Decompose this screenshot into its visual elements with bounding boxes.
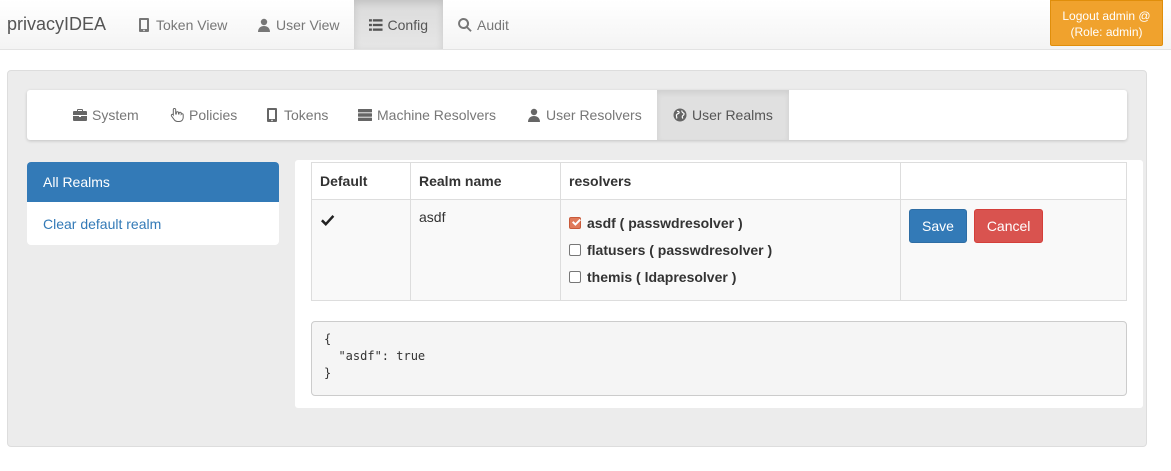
cancel-button[interactable]: Cancel <box>973 209 1044 243</box>
resolver-checkbox-flatusers[interactable] <box>569 243 581 256</box>
json-line-open: { <box>324 332 332 346</box>
globe-icon <box>673 108 687 122</box>
tab-tokens-label: Tokens <box>284 107 329 123</box>
clear-default-realm-link[interactable]: Clear default realm <box>27 204 279 244</box>
resolver-checkbox-asdf[interactable] <box>569 216 581 229</box>
realm-name-cell: asdf <box>410 199 561 301</box>
nav-token-view-label: Token View <box>156 16 228 33</box>
hand-pointer-icon <box>170 108 184 122</box>
nav-audit[interactable]: Audit <box>443 0 524 49</box>
phone-icon <box>139 17 149 32</box>
briefcase-icon <box>73 109 87 121</box>
header-actions <box>900 162 1127 200</box>
user-icon <box>258 18 270 32</box>
nav-config[interactable]: Config <box>354 0 443 49</box>
tab-system-label: System <box>92 107 139 123</box>
brand-logo[interactable]: privacyIDEA <box>7 14 106 35</box>
resolver-option-flatusers[interactable]: flatusers ( passwdresolver ) <box>569 236 892 263</box>
header-default: Default <box>311 162 411 200</box>
nav-token-view[interactable]: Token View <box>122 0 242 49</box>
logout-label: Logout admin @ <box>1062 9 1151 23</box>
resolvers-cell: asdf ( passwdresolver ) flatusers ( pass… <box>560 199 901 301</box>
resolver-label-themis: themis ( ldapresolver ) <box>587 268 737 285</box>
tab-tokens[interactable]: Tokens <box>265 90 328 140</box>
nav-user-view[interactable]: User View <box>242 0 355 49</box>
phone-icon <box>267 108 277 122</box>
top-navbar: privacyIDEA Token View User View Config … <box>0 0 1171 50</box>
tab-policies-label: Policies <box>189 107 238 123</box>
table-header-row: Default Realm name resolvers <box>311 162 1127 200</box>
resolver-label-asdf: asdf ( passwdresolver ) <box>587 214 743 231</box>
header-resolvers: resolvers <box>560 162 901 200</box>
table-row: asdf asdf ( passwdresolver ) flatusers (… <box>311 199 1127 301</box>
tab-user-realms[interactable]: User Realms <box>657 90 789 140</box>
nav-config-label: Config <box>387 16 428 33</box>
user-icon <box>528 108 540 122</box>
all-realms-item[interactable]: All Realms <box>27 162 279 202</box>
json-line-close: } <box>324 366 332 380</box>
tab-user-realms-label: User Realms <box>692 107 773 123</box>
realms-table: Default Realm name resolvers asdf asdf (… <box>311 162 1127 301</box>
realm-side-list: All Realms Clear default realm <box>27 162 279 245</box>
resolver-checkbox-themis[interactable] <box>569 270 581 283</box>
tab-machine-resolvers-label: Machine Resolvers <box>377 107 497 123</box>
nav-audit-label: Audit <box>477 16 509 33</box>
config-tabs: System Policies Tokens Machine Resolvers… <box>27 90 1127 140</box>
check-icon <box>572 218 581 226</box>
actions-cell: Save Cancel <box>900 199 1127 301</box>
tab-policies[interactable]: Policies <box>170 90 237 140</box>
logout-button[interactable]: Logout admin @ (Role: admin) <box>1050 0 1163 46</box>
tab-user-resolvers-label: User Resolvers <box>546 107 642 123</box>
default-cell <box>311 199 411 301</box>
json-preview: { "asdf": true} <box>311 321 1127 396</box>
checkmark-icon <box>321 215 335 226</box>
list-icon <box>369 18 383 31</box>
server-icon <box>358 109 372 121</box>
json-line-entry: "asdf": true <box>324 349 426 363</box>
resolver-label-flatusers: flatusers ( passwdresolver ) <box>587 241 773 258</box>
resolver-option-themis[interactable]: themis ( ldapresolver ) <box>569 263 892 290</box>
tab-system[interactable]: System <box>73 90 139 140</box>
nav-user-view-label: User View <box>276 16 340 33</box>
save-button[interactable]: Save <box>909 209 967 243</box>
resolver-option-asdf[interactable]: asdf ( passwdresolver ) <box>569 209 892 236</box>
role-label: (Role: admin) <box>1070 25 1143 39</box>
search-icon <box>458 17 472 32</box>
tab-machine-resolvers[interactable]: Machine Resolvers <box>358 90 496 140</box>
header-realm-name: Realm name <box>410 162 561 200</box>
tab-user-resolvers[interactable]: User Resolvers <box>527 90 642 140</box>
